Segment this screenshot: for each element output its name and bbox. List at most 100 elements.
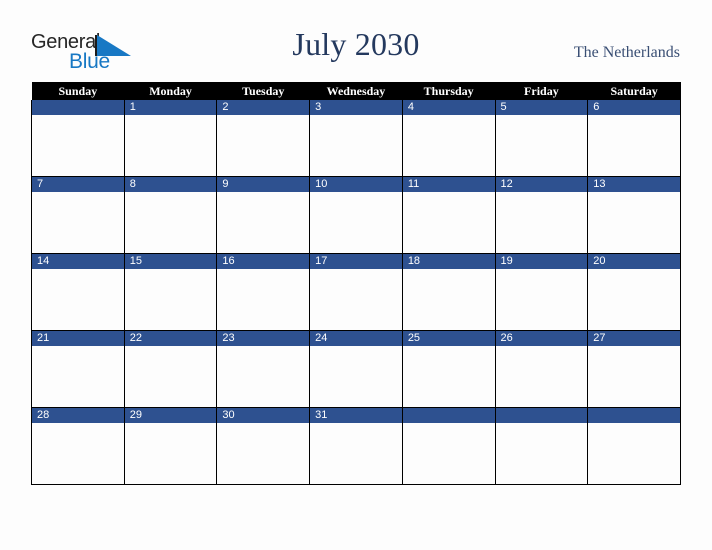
calendar-day-cell[interactable]: 18 <box>401 253 496 331</box>
weekday-header-row: Sunday Monday Tuesday Wednesday Thursday… <box>31 82 681 100</box>
calendar-day-cell[interactable]: 17 <box>309 253 403 331</box>
day-notes-area[interactable] <box>124 192 217 253</box>
weekday-header-friday: Friday <box>495 82 588 100</box>
day-number: 9 <box>217 177 310 192</box>
calendar-day-cell[interactable]: 3 <box>309 100 403 177</box>
day-notes-area[interactable] <box>310 346 402 407</box>
calendar-week-row: 7 8 9 10 11 12 13 <box>31 176 681 254</box>
day-notes-area[interactable] <box>495 115 588 176</box>
day-number: 14 <box>32 254 124 269</box>
day-number: 3 <box>310 100 402 115</box>
calendar-day-cell[interactable]: 6 <box>587 100 681 177</box>
calendar-day-cell[interactable]: 14 <box>31 253 125 331</box>
calendar-day-cell[interactable] <box>401 407 496 485</box>
day-notes-area[interactable] <box>495 269 588 330</box>
calendar-day-cell[interactable] <box>587 407 681 485</box>
day-number: 31 <box>310 408 402 423</box>
day-notes-area[interactable] <box>495 423 588 484</box>
day-notes-area[interactable] <box>588 269 680 330</box>
day-notes-area[interactable] <box>124 115 217 176</box>
day-notes-area[interactable] <box>588 423 680 484</box>
day-number: 26 <box>495 331 588 346</box>
day-notes-area[interactable] <box>217 115 310 176</box>
calendar-day-cell[interactable]: 28 <box>31 407 125 485</box>
day-notes-area[interactable] <box>402 115 495 176</box>
day-number: 21 <box>32 331 124 346</box>
calendar-day-cell[interactable]: 25 <box>401 330 496 408</box>
day-notes-area[interactable] <box>588 115 680 176</box>
day-notes-area[interactable] <box>32 346 124 407</box>
calendar-day-cell[interactable]: 15 <box>123 253 218 331</box>
day-number: 1 <box>124 100 217 115</box>
day-notes-area[interactable] <box>124 346 217 407</box>
country-label: The Netherlands <box>573 44 680 61</box>
day-notes-area[interactable] <box>588 192 680 253</box>
day-notes-area[interactable] <box>495 192 588 253</box>
day-notes-area[interactable] <box>32 192 124 253</box>
calendar-day-cell[interactable]: 27 <box>587 330 681 408</box>
day-notes-area[interactable] <box>217 192 310 253</box>
weekday-header-tuesday: Tuesday <box>216 82 310 100</box>
day-number: 5 <box>495 100 588 115</box>
calendar-day-cell[interactable]: 2 <box>216 100 311 177</box>
calendar-day-cell[interactable]: 21 <box>31 330 125 408</box>
day-notes-area[interactable] <box>402 346 495 407</box>
day-number: 12 <box>495 177 588 192</box>
day-number: 10 <box>310 177 402 192</box>
calendar-day-cell[interactable]: 24 <box>309 330 403 408</box>
calendar-day-cell[interactable]: 1 <box>123 100 218 177</box>
calendar-week-row: 14 15 16 17 18 19 20 <box>31 253 681 331</box>
calendar-day-cell[interactable]: 22 <box>123 330 218 408</box>
calendar-day-cell[interactable]: 10 <box>309 176 403 254</box>
day-notes-area[interactable] <box>310 269 402 330</box>
calendar-week-row: 28 29 30 31 <box>31 407 681 485</box>
calendar-day-cell[interactable]: 30 <box>216 407 311 485</box>
day-number <box>402 408 495 423</box>
day-notes-area[interactable] <box>217 346 310 407</box>
calendar-day-cell[interactable] <box>494 407 589 485</box>
day-notes-area[interactable] <box>124 423 217 484</box>
calendar-day-cell[interactable]: 11 <box>401 176 496 254</box>
calendar-day-cell[interactable]: 8 <box>123 176 218 254</box>
calendar-day-cell[interactable]: 13 <box>587 176 681 254</box>
calendar-day-cell[interactable] <box>31 100 125 177</box>
day-notes-area[interactable] <box>124 269 217 330</box>
weekday-header-wednesday: Wednesday <box>309 82 403 100</box>
calendar-day-cell[interactable]: 16 <box>216 253 311 331</box>
calendar-page: General Blue July 2030 The Netherlands S… <box>0 0 712 550</box>
calendar-day-cell[interactable]: 20 <box>587 253 681 331</box>
calendar-day-cell[interactable]: 4 <box>401 100 496 177</box>
day-number: 8 <box>124 177 217 192</box>
day-notes-area[interactable] <box>32 115 124 176</box>
calendar-day-cell[interactable]: 12 <box>494 176 589 254</box>
day-number <box>32 100 124 115</box>
weekday-header-thursday: Thursday <box>402 82 496 100</box>
day-notes-area[interactable] <box>32 423 124 484</box>
calendar-day-cell[interactable]: 29 <box>123 407 218 485</box>
day-number: 17 <box>310 254 402 269</box>
day-number: 24 <box>310 331 402 346</box>
calendar-day-cell[interactable]: 31 <box>309 407 403 485</box>
day-notes-area[interactable] <box>402 192 495 253</box>
day-number: 13 <box>588 177 680 192</box>
calendar-day-cell[interactable]: 19 <box>494 253 589 331</box>
calendar-day-cell[interactable]: 5 <box>494 100 589 177</box>
day-notes-area[interactable] <box>32 269 124 330</box>
day-notes-area[interactable] <box>402 269 495 330</box>
calendar-day-cell[interactable]: 9 <box>216 176 311 254</box>
day-notes-area[interactable] <box>588 346 680 407</box>
day-notes-area[interactable] <box>310 192 402 253</box>
day-number: 16 <box>217 254 310 269</box>
day-notes-area[interactable] <box>402 423 495 484</box>
calendar-day-cell[interactable]: 7 <box>31 176 125 254</box>
day-notes-area[interactable] <box>495 346 588 407</box>
calendar-day-cell[interactable]: 26 <box>494 330 589 408</box>
day-number: 29 <box>124 408 217 423</box>
calendar-day-cell[interactable]: 23 <box>216 330 311 408</box>
day-notes-area[interactable] <box>217 269 310 330</box>
day-notes-area[interactable] <box>217 423 310 484</box>
weekday-header-monday: Monday <box>124 82 217 100</box>
day-notes-area[interactable] <box>310 423 402 484</box>
day-number <box>495 408 588 423</box>
day-notes-area[interactable] <box>310 115 402 176</box>
